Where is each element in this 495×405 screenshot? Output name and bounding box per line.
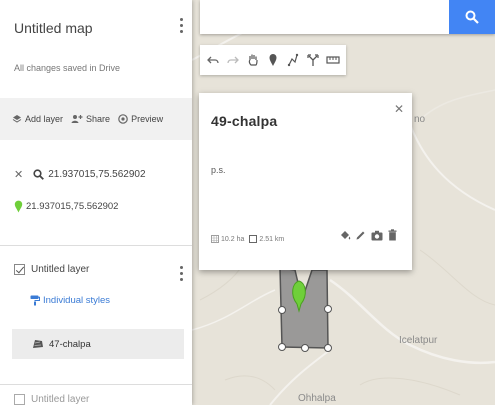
style-button[interactable]: [337, 226, 352, 244]
layers-panel: Untitled map All changes saved in Drive …: [0, 0, 192, 405]
individual-styles-link[interactable]: Individual styles: [30, 295, 110, 306]
search-input[interactable]: [200, 0, 448, 34]
edit-button[interactable]: [353, 226, 368, 244]
share-label: Share: [86, 114, 111, 124]
paint-bucket-icon: [340, 231, 350, 240]
camera-icon: [371, 230, 382, 240]
search-icon: [465, 10, 479, 24]
pencil-icon: [356, 231, 365, 239]
measure-button[interactable]: [324, 48, 342, 72]
delete-button[interactable]: [385, 226, 400, 244]
layer-name: Untitled layer: [31, 264, 90, 275]
preview-label: Preview: [131, 114, 164, 124]
individual-styles-label: Individual styles: [43, 295, 111, 306]
add-person-icon: [71, 115, 83, 123]
preview-eye-icon: [118, 114, 128, 124]
redo-button[interactable]: [224, 48, 242, 72]
line-icon: [287, 53, 299, 67]
second-layer-checkbox[interactable]: Untitled layer: [14, 394, 89, 405]
map-options-kebab-icon[interactable]: [177, 16, 185, 34]
divider: [0, 245, 192, 246]
search-button[interactable]: [449, 0, 495, 34]
undo-icon: [207, 56, 219, 64]
trash-icon: [388, 229, 397, 241]
pan-tool-button[interactable]: [244, 48, 262, 72]
search-result-header: ✕ 21.937015,75.562902: [14, 168, 146, 181]
ruler-icon: [326, 56, 340, 64]
search-result-label: 21.937015,75.562902: [26, 201, 119, 212]
area-grid-icon: [211, 235, 219, 243]
map-toolbar: [200, 45, 346, 75]
polygon-shape-icon: [33, 340, 43, 348]
feature-area: 10.2 ha: [221, 235, 245, 243]
search-icon: [33, 169, 45, 180]
popup-toolbar: [336, 226, 400, 244]
add-layer-label: Add layer: [25, 114, 64, 124]
hand-icon: [248, 54, 258, 66]
search-result-item[interactable]: 21.937015,75.562902: [14, 200, 118, 213]
feature-list-item[interactable]: 47-chalpa: [12, 329, 184, 359]
paint-roller-icon: [30, 295, 40, 306]
perimeter-square-icon: [249, 235, 258, 243]
draw-line-button[interactable]: [284, 48, 302, 72]
vertex-handle: [278, 306, 286, 314]
divider: [0, 384, 192, 385]
feature-info-popup: 49-chalpa ✕ p.s. 10.2 ha 2.51 km: [199, 93, 412, 270]
selected-polygon[interactable]: [279, 267, 329, 349]
preview-button[interactable]: Preview: [118, 114, 163, 124]
save-status: All changes saved in Drive: [14, 63, 121, 73]
redo-icon: [227, 56, 239, 64]
search-query: 21.937015,75.562902: [48, 169, 146, 180]
vertex-handle: [324, 344, 332, 352]
map-search-box: [200, 0, 495, 34]
green-marker-icon: [14, 200, 23, 213]
add-photo-button[interactable]: [369, 226, 384, 244]
popup-close-icon[interactable]: ✕: [394, 102, 404, 116]
feature-title[interactable]: 49-chalpa: [211, 113, 277, 129]
add-layer-button[interactable]: Add layer: [12, 114, 63, 124]
checkbox-checked-icon: [14, 264, 25, 275]
marker-icon: [269, 54, 277, 66]
vertex-handle: [324, 305, 332, 313]
vertex-handle: [278, 343, 286, 351]
share-button[interactable]: Share: [71, 114, 110, 124]
panel-actions-bar: Add layer Share Preview: [0, 98, 192, 140]
layer-options-kebab-icon[interactable]: [177, 264, 185, 282]
add-marker-button[interactable]: [264, 48, 282, 72]
second-layer-name: Untitled layer: [31, 394, 90, 405]
add-layer-icon: [12, 115, 22, 123]
clear-search-close-icon[interactable]: ✕: [14, 168, 23, 181]
feature-measurements: 10.2 ha 2.51 km: [211, 235, 284, 243]
map-title[interactable]: Untitled map: [14, 20, 93, 36]
feature-perimeter: 2.51 km: [259, 235, 285, 243]
feature-name: 47-chalpa: [49, 338, 91, 350]
checkbox-icon: [14, 394, 25, 405]
directions-icon: [307, 54, 319, 66]
undo-button[interactable]: [204, 48, 222, 72]
directions-button[interactable]: [304, 48, 322, 72]
layer-visibility-checkbox[interactable]: Untitled layer: [14, 264, 89, 275]
vertex-handle: [301, 344, 309, 352]
feature-description[interactable]: p.s.: [211, 165, 226, 175]
